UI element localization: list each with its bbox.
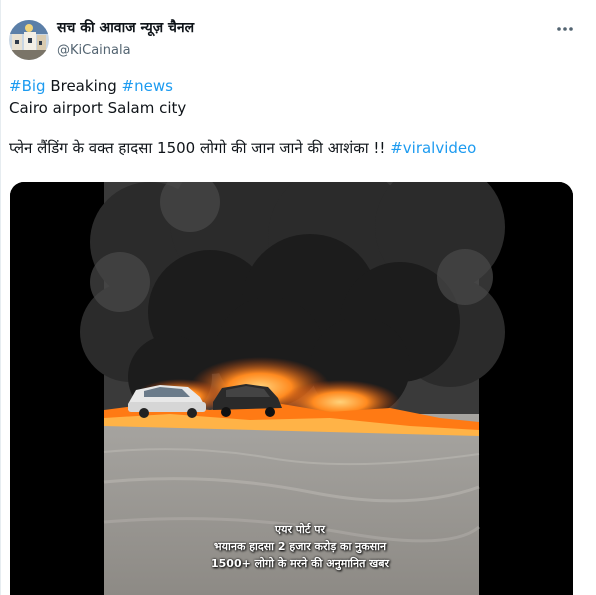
author-display-name[interactable]: सच की आवाज न्यूज़ चैनल: [57, 18, 194, 38]
hashtag-viralvideo[interactable]: #viralvideo: [390, 139, 476, 157]
tweet-text: #Big Breaking #news Cairo airport Salam …: [9, 75, 579, 159]
avatar[interactable]: [9, 20, 49, 60]
tweet-line-headline: #Big Breaking #news: [9, 75, 579, 97]
video-caption-line-1: एयर पोर्ट पर: [274, 523, 325, 536]
author-info: सच की आवाज न्यूज़ चैनल @KiCainala: [57, 18, 194, 60]
video-caption-line-2: भयानक हादसा 2 हजार करोड़ का नुकसान: [213, 540, 387, 553]
tweet-line-location: Cairo airport Salam city: [9, 99, 187, 117]
more-horizontal-icon: [557, 27, 573, 31]
tweet-card: सच की आवाज न्यूज़ चैनल @KiCainala #Big B…: [0, 0, 596, 595]
hashtag-big[interactable]: #Big: [9, 77, 46, 95]
author-handle[interactable]: @KiCainala: [57, 42, 194, 60]
tweet-line-body: प्लेन लैंडिंग के वक्त हादसा 1500 लोगो की…: [9, 137, 579, 159]
tweet-body-text: प्लेन लैंडिंग के वक्त हादसा 1500 लोगो की…: [9, 139, 391, 157]
hashtag-news[interactable]: #news: [122, 77, 173, 95]
more-options-button[interactable]: [554, 18, 576, 40]
breaking-word: Breaking: [45, 77, 122, 95]
video-caption-line-3: 1500+ लोगो के मरने की अनुमानित खबर: [210, 557, 390, 570]
tweet-line-spacer: [9, 119, 579, 137]
tweet-video[interactable]: एयर पोर्ट पर भयानक हादसा 2 हजार करोड़ का…: [10, 182, 573, 595]
